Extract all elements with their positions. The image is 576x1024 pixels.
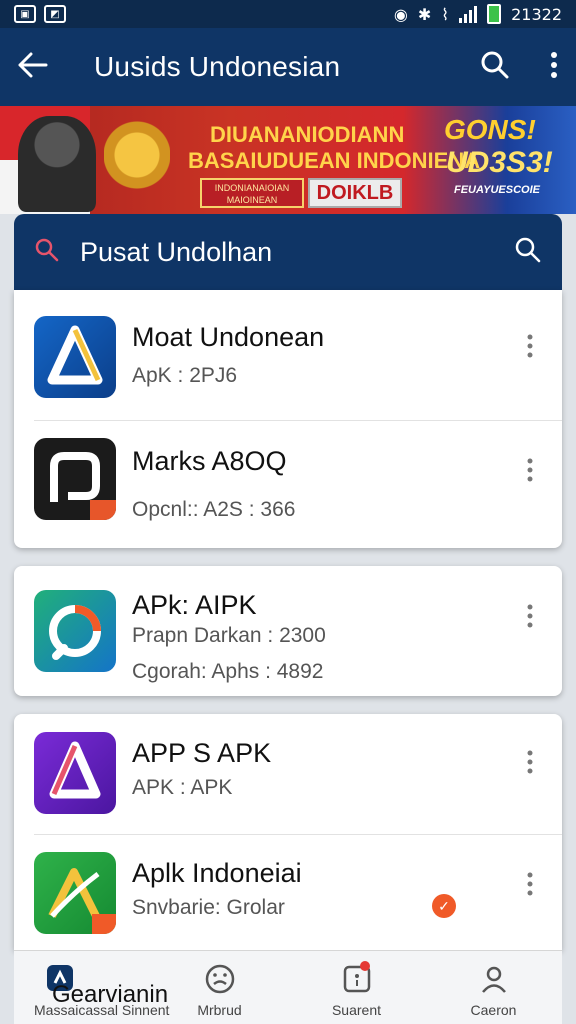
- more-vert-icon[interactable]: [522, 750, 538, 774]
- nav-home-label: Massaicassal Sinnent: [34, 1002, 170, 1018]
- banner-chip-info: INDONIANAIOIAN MAIOINEAN: [200, 178, 304, 208]
- app-name: APP S APK: [132, 738, 272, 768]
- more-vert-icon[interactable]: [522, 334, 538, 358]
- app-list-card: APk: AIPK Prapn Darkan : 2300 Cgorah: Ap…: [14, 566, 562, 696]
- nav-notifications-label: Suarent: [331, 1002, 382, 1018]
- banner-promo-1: GONS!: [444, 114, 536, 145]
- nav-item-messages[interactable]: Mrbrud: [151, 951, 288, 1024]
- status-time: 21322: [511, 4, 562, 24]
- notification-icon: ▣: [14, 5, 36, 23]
- smiley-icon: [204, 963, 236, 1000]
- app-meta: Prapn Darkan : 2300: [132, 624, 326, 647]
- banner-promo-3: FEUAYUESCOIE: [454, 184, 540, 196]
- more-vert-icon[interactable]: [522, 458, 538, 482]
- wifi-icon: ◉: [393, 4, 408, 24]
- bluetooth-icon: ✱: [417, 4, 432, 24]
- app-name: Marks A8OQ: [132, 446, 287, 476]
- banner-chip-button[interactable]: DOIKLB: [308, 178, 402, 208]
- nav-item-notifications[interactable]: Suarent: [288, 951, 425, 1024]
- app-icon: [34, 316, 116, 398]
- gallery-icon: ◩: [44, 5, 66, 23]
- status-left-icons: ▣ ◩: [14, 5, 66, 23]
- status-bar: ▣ ◩ ◉ ✱ ⌇ 21322: [0, 0, 576, 28]
- app-icon: [34, 732, 116, 814]
- app-icon: [34, 438, 116, 520]
- nav-messages-label: Mrbrud: [197, 1002, 242, 1018]
- nav-item-profile[interactable]: Caeron: [425, 951, 562, 1024]
- download-badge-icon[interactable]: ✓: [432, 894, 456, 918]
- app-meta: APK : APK: [132, 776, 233, 799]
- page-title: Uusids Undonesian: [94, 51, 341, 82]
- vibrate-icon: ⌇: [441, 4, 450, 24]
- garuda-emblem-icon: [104, 120, 170, 190]
- nav-profile-label: Caeron: [470, 1002, 517, 1018]
- app-name: APk: AIPK: [132, 590, 257, 620]
- app-list-card: Moat Undonean ApK : 2PJ6 Marks A8OQ Opcn…: [14, 290, 562, 548]
- app-meta: Snvbarie: Grolar: [132, 896, 285, 919]
- profile-icon: [478, 963, 510, 1000]
- nav-item-home[interactable]: Gearvianin Massaicassal Sinnent: [14, 951, 170, 1024]
- list-item[interactable]: APk: AIPK Prapn Darkan : 2300 Cgorah: Ap…: [14, 566, 562, 696]
- app-list-card: APP S APK APK : APK Aplk Indoneiai Snvba…: [14, 714, 562, 950]
- search-header[interactable]: Pusat Undolhan: [14, 214, 562, 290]
- more-vert-icon[interactable]: [522, 604, 538, 628]
- app-meta: ApK : 2PJ6: [132, 364, 238, 387]
- list-item[interactable]: Aplk Indoneiai Snvbarie: Grolar: [14, 834, 562, 950]
- app-name: Aplk Indoneiai: [132, 858, 302, 888]
- app-meta: Opcnl:: A2S : 366: [132, 498, 296, 521]
- promo-banner[interactable]: DIUANANIODIANN BASAIUDUEAN INDONIENA IND…: [0, 106, 576, 214]
- battery-icon: [487, 4, 502, 24]
- app-icon: [34, 852, 116, 934]
- search-icon[interactable]: [480, 50, 510, 85]
- banner-headline-2: BASAIUDUEAN INDONIENA: [188, 148, 481, 173]
- back-arrow-icon[interactable]: [18, 49, 68, 86]
- app-bar: Uusids Undonesian: [0, 28, 576, 106]
- search-label: Pusat Undolhan: [80, 236, 273, 267]
- list-item[interactable]: Moat Undonean ApK : 2PJ6: [14, 290, 562, 420]
- warrior-graphic: [18, 116, 96, 212]
- banner-headline-1: DIUANANIODIANN: [210, 122, 405, 147]
- more-vert-icon[interactable]: [522, 872, 538, 896]
- app-meta-secondary: Cgorah: Aphs : 4892: [132, 660, 324, 683]
- app-name: Moat Undonean: [132, 322, 325, 352]
- list-item[interactable]: Marks A8OQ Opcnl:: A2S : 366: [14, 420, 562, 548]
- list-item[interactable]: APP S APK APK : APK: [14, 714, 562, 834]
- banner-promo-2: UD3S3!: [446, 146, 553, 179]
- notification-dot: [360, 961, 370, 971]
- search-leading-icon: [34, 237, 60, 268]
- app-icon: [34, 590, 116, 672]
- overflow-menu-icon[interactable]: [550, 51, 558, 84]
- bottom-navigation: Gearvianin Massaicassal Sinnent Mrbrud S…: [14, 950, 562, 1024]
- search-icon[interactable]: [514, 236, 542, 269]
- signal-icon: [459, 5, 478, 23]
- status-right-icons: ◉ ✱ ⌇ 21322: [394, 4, 562, 24]
